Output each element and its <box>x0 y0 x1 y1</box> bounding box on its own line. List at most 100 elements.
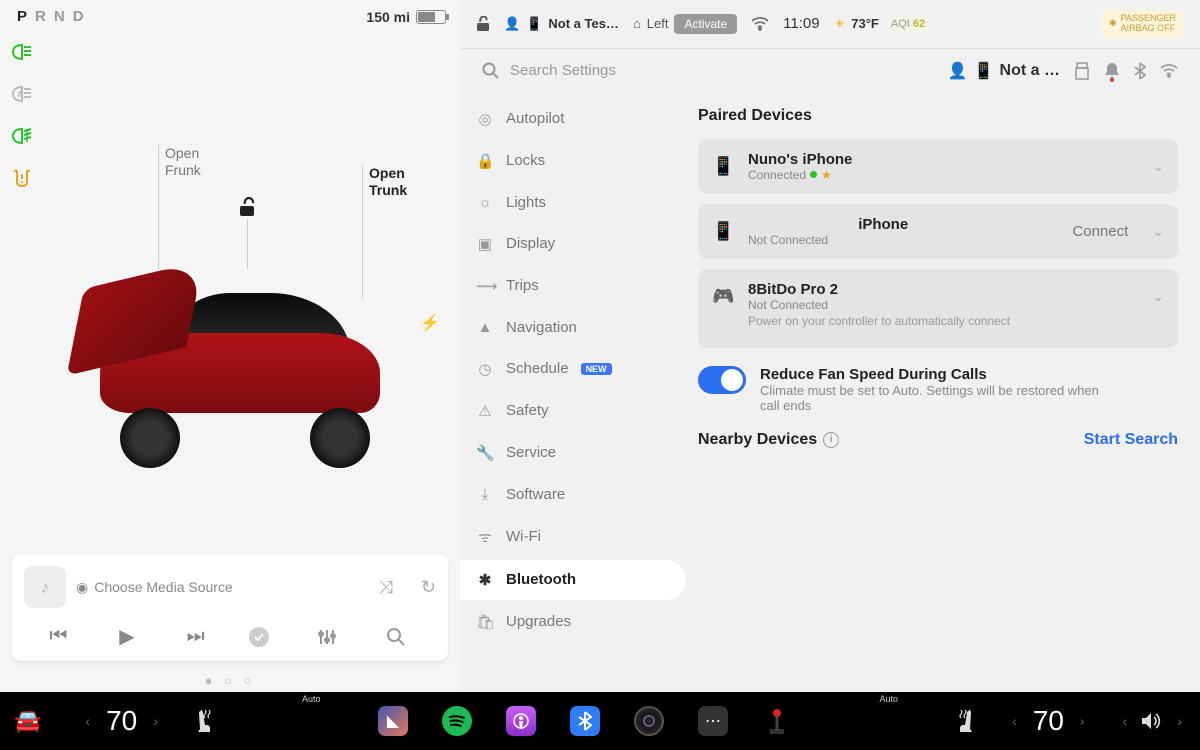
connected-dot-icon <box>810 171 817 178</box>
brightness-icon: ☼ <box>476 194 494 211</box>
chevron-down-icon: ⌄ <box>1152 288 1164 305</box>
nav-autopilot[interactable]: ◎Autopilot <box>460 99 686 139</box>
phone-icon: 📱 <box>974 61 994 81</box>
volume-icon[interactable] <box>1141 712 1163 730</box>
settings-toolbar: Search Settings 👤 📱 Not a … <box>460 49 1200 93</box>
more-apps-icon[interactable]: ⋯ <box>698 706 728 736</box>
gear-p: P <box>14 8 32 25</box>
gamepad-device-icon: 🎮 <box>712 286 734 307</box>
nav-bluetooth[interactable]: ✱Bluetooth <box>460 560 686 600</box>
equalizer-button[interactable] <box>317 627 349 647</box>
passenger-temp-control[interactable]: ‹ 70 › <box>1008 705 1089 737</box>
bluetooth-app-icon[interactable] <box>570 706 600 736</box>
shuffle-icon[interactable]: ⤨ <box>379 577 393 598</box>
charge-bolt-icon: ⚡ <box>420 313 440 333</box>
airbag-icon: ✱ <box>1109 19 1117 29</box>
volume-control[interactable]: ‹ › <box>1119 712 1186 730</box>
volume-up-button[interactable]: › <box>1173 713 1186 729</box>
temp-up-button[interactable]: › <box>1076 713 1089 729</box>
settings-panel: 👤 📱 Not a Tes… ⌂ Left Activate 11:09 ☀ 7… <box>460 0 1200 692</box>
nav-service[interactable]: 🔧Service <box>460 433 686 473</box>
activate-button[interactable]: Activate <box>674 14 737 34</box>
aqi-badge[interactable]: AQI 62 <box>885 16 931 32</box>
nav-software[interactable]: ⤓Software <box>460 475 686 514</box>
profile-icon: 👤 <box>948 61 968 81</box>
media-player: ♪ ◉ Choose Media Source ⤨ ↻ ⏮ ▶ ⏭ <box>12 554 448 661</box>
favorite-star-icon: ★ <box>821 168 832 182</box>
nav-wifi[interactable]: ᯤWi-Fi <box>460 516 686 558</box>
media-source-selector[interactable]: ◉ Choose Media Source <box>76 579 369 596</box>
wifi-toolbar-icon[interactable] <box>1160 64 1178 78</box>
auto-label-left: Auto <box>302 694 321 704</box>
passenger-seat-heat-icon[interactable] <box>954 708 978 734</box>
page-indicator[interactable]: ● ○ ○ <box>0 669 460 692</box>
nav-safety[interactable]: ⚠Safety <box>460 391 686 431</box>
wifi-icon: ᯤ <box>476 527 494 547</box>
frunk-callout[interactable]: OpenFrunk <box>158 145 201 179</box>
play-button[interactable]: ▶ <box>111 624 143 649</box>
podcasts-app-icon[interactable] <box>506 706 536 736</box>
temp-down-button[interactable]: ‹ <box>81 713 94 729</box>
dashcam-app-icon[interactable] <box>634 706 664 736</box>
paired-device-card[interactable]: 📱 Nuno's iPhone Connected ★ ⌄ <box>698 139 1178 194</box>
driver-temp-control[interactable]: ‹ 70 › <box>81 705 162 737</box>
status-bar: 👤 📱 Not a Tes… ⌂ Left Activate 11:09 ☀ 7… <box>460 0 1200 49</box>
navigation-app-icon[interactable]: ◣ <box>378 706 408 736</box>
dashcam-icon[interactable] <box>1074 62 1090 80</box>
clock-icon: ◷ <box>476 360 494 378</box>
info-icon[interactable]: i <box>823 432 839 448</box>
dock-apps: ◣ ⋯ <box>216 706 954 736</box>
toolbar-profile[interactable]: 👤 📱 Not a … <box>948 61 1060 81</box>
reduce-fan-toggle-row: Reduce Fan Speed During Calls Climate mu… <box>698 366 1178 413</box>
paired-device-card[interactable]: 📱 iPhone Not Connected Connect ⌄ <box>698 204 1178 259</box>
lock-icon: 🔒 <box>476 152 494 170</box>
toggle-title: Reduce Fan Speed During Calls <box>760 366 1120 383</box>
connect-button[interactable]: Connect <box>1072 223 1128 240</box>
arcade-app-icon[interactable] <box>762 706 792 736</box>
temp-down-button[interactable]: ‹ <box>1008 713 1021 729</box>
profile-status[interactable]: 👤 📱 Not a Tes… <box>504 16 619 32</box>
prev-track-button[interactable]: ⏮ <box>42 625 74 648</box>
paired-device-card[interactable]: 🎮 8BitDo Pro 2 Not Connected ⌄ Power on … <box>698 269 1178 348</box>
display-icon: ▣ <box>476 235 494 253</box>
download-icon: ⤓ <box>476 486 494 503</box>
bluetooth-toolbar-icon[interactable] <box>1134 62 1146 80</box>
next-track-button[interactable]: ⏭ <box>180 625 212 648</box>
favorite-button[interactable] <box>248 626 280 648</box>
new-badge: NEW <box>581 363 612 375</box>
notifications-icon[interactable] <box>1104 62 1120 80</box>
start-search-button[interactable]: Start Search <box>1084 431 1178 449</box>
battery-icon[interactable] <box>416 10 446 24</box>
wifi-status-icon[interactable] <box>751 17 769 31</box>
gear-n: N <box>51 8 70 25</box>
car-dock-icon[interactable]: 🚘 <box>14 708 41 734</box>
temp-up-button[interactable]: › <box>149 713 162 729</box>
reduce-fan-toggle[interactable] <box>698 366 746 394</box>
driver-seat-heat-icon[interactable] <box>192 708 216 734</box>
nav-locks[interactable]: 🔒Locks <box>460 141 686 181</box>
settings-search[interactable]: Search Settings <box>482 62 934 80</box>
nav-upgrades[interactable]: 🛍Upgrades <box>460 602 686 642</box>
media-search-button[interactable] <box>386 627 418 647</box>
warning-icon: ⚠ <box>476 402 494 420</box>
search-icon <box>482 62 500 80</box>
device-status: Connected ★ <box>748 168 1138 182</box>
lock-status-icon[interactable] <box>476 16 490 32</box>
homelink-status[interactable]: ⌂ Left Activate <box>633 14 737 34</box>
car-visualization[interactable]: OpenFrunk OpenTrunk ⚡ <box>0 33 460 554</box>
spotify-app-icon[interactable] <box>442 706 472 736</box>
nav-lights[interactable]: ☼Lights <box>460 183 686 222</box>
trunk-callout[interactable]: OpenTrunk <box>362 165 407 199</box>
nav-display[interactable]: ▣Display <box>460 224 686 264</box>
nearby-devices-label: Nearby Devices i <box>698 431 839 449</box>
volume-down-button[interactable]: ‹ <box>1119 713 1132 729</box>
repeat-icon[interactable]: ↻ <box>421 577 436 598</box>
unlock-icon[interactable] <box>238 197 256 217</box>
settings-nav: ◎Autopilot 🔒Locks ☼Lights ▣Display ⟿Trip… <box>460 93 690 692</box>
nav-navigation[interactable]: ▲Navigation <box>460 308 686 347</box>
nav-trips[interactable]: ⟿Trips <box>460 266 686 306</box>
media-note-button[interactable]: ♪ <box>24 566 66 608</box>
outside-temp[interactable]: 73°F <box>851 16 879 31</box>
gear-selector: PRND <box>14 8 89 25</box>
nav-schedule[interactable]: ◷ScheduleNEW <box>460 349 686 389</box>
